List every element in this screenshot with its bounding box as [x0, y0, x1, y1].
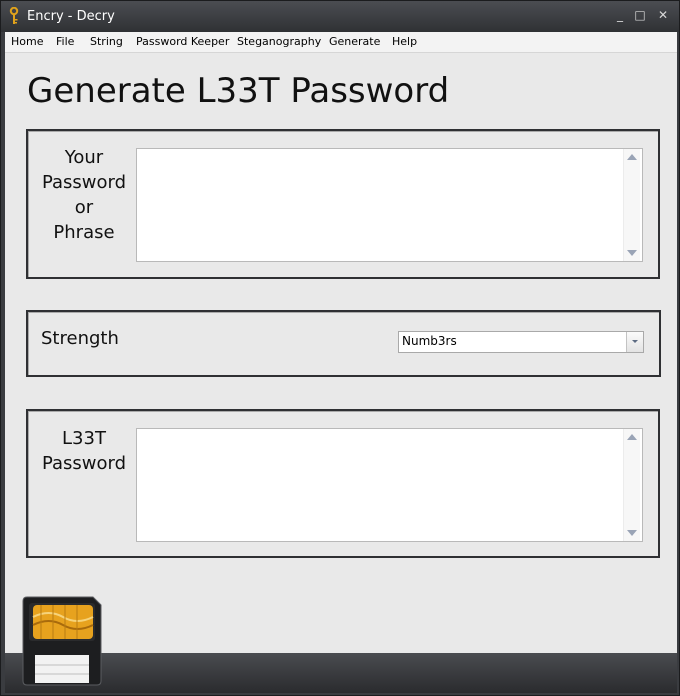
- l33t-label: L33T Password: [34, 426, 134, 476]
- menu-help[interactable]: Help: [392, 35, 417, 48]
- menu-string[interactable]: String: [90, 35, 123, 48]
- chevron-down-icon[interactable]: [626, 332, 643, 352]
- key-icon: [9, 7, 19, 24]
- menu-password-keeper[interactable]: Password Keeper: [136, 35, 229, 48]
- app-window: Encry - Decry _ □ ✕ Home File String Pas…: [0, 0, 680, 696]
- window-title: Encry - Decry: [27, 9, 115, 24]
- scroll-up-icon[interactable]: [627, 154, 637, 160]
- password-label-line: Password: [41, 172, 127, 193]
- menu-file[interactable]: File: [56, 35, 74, 48]
- strength-group: Strength Numb3rs: [26, 310, 661, 377]
- menu-home[interactable]: Home: [11, 35, 43, 48]
- scroll-down-icon[interactable]: [627, 250, 637, 256]
- password-label-line: Your: [64, 147, 104, 168]
- password-group: Your Password or Phrase: [26, 129, 660, 279]
- menu-bar: Home File String Password Keeper Stegano…: [5, 32, 677, 53]
- menu-steganography[interactable]: Steganography: [237, 35, 321, 48]
- main-content: Generate L33T Password Your Password or …: [5, 53, 677, 653]
- minimize-button[interactable]: _: [613, 8, 627, 22]
- scroll-down-icon[interactable]: [627, 530, 637, 536]
- footer-bar: [5, 653, 677, 693]
- password-label: Your Password or Phrase: [34, 145, 134, 245]
- password-input[interactable]: [136, 148, 643, 262]
- scroll-up-icon[interactable]: [627, 434, 637, 440]
- strength-label: Strength: [41, 328, 119, 349]
- strength-select[interactable]: Numb3rs: [398, 331, 644, 353]
- l33t-output[interactable]: [136, 428, 643, 542]
- maximize-button[interactable]: □: [633, 8, 647, 22]
- l33t-output-group: L33T Password: [26, 409, 660, 558]
- title-bar[interactable]: Encry - Decry _ □ ✕: [1, 1, 679, 32]
- password-scrollbar[interactable]: [623, 149, 640, 261]
- page-title: Generate L33T Password: [27, 71, 450, 111]
- l33t-label-line: L33T: [62, 428, 106, 449]
- close-button[interactable]: ✕: [656, 8, 670, 22]
- menu-generate[interactable]: Generate: [329, 35, 380, 48]
- l33t-scrollbar[interactable]: [623, 429, 640, 541]
- strength-selected-value: Numb3rs: [402, 334, 457, 348]
- password-label-line: or: [74, 197, 94, 218]
- sd-card-icon: [22, 596, 102, 686]
- password-label-line: Phrase: [53, 222, 115, 243]
- l33t-label-line: Password: [41, 453, 127, 474]
